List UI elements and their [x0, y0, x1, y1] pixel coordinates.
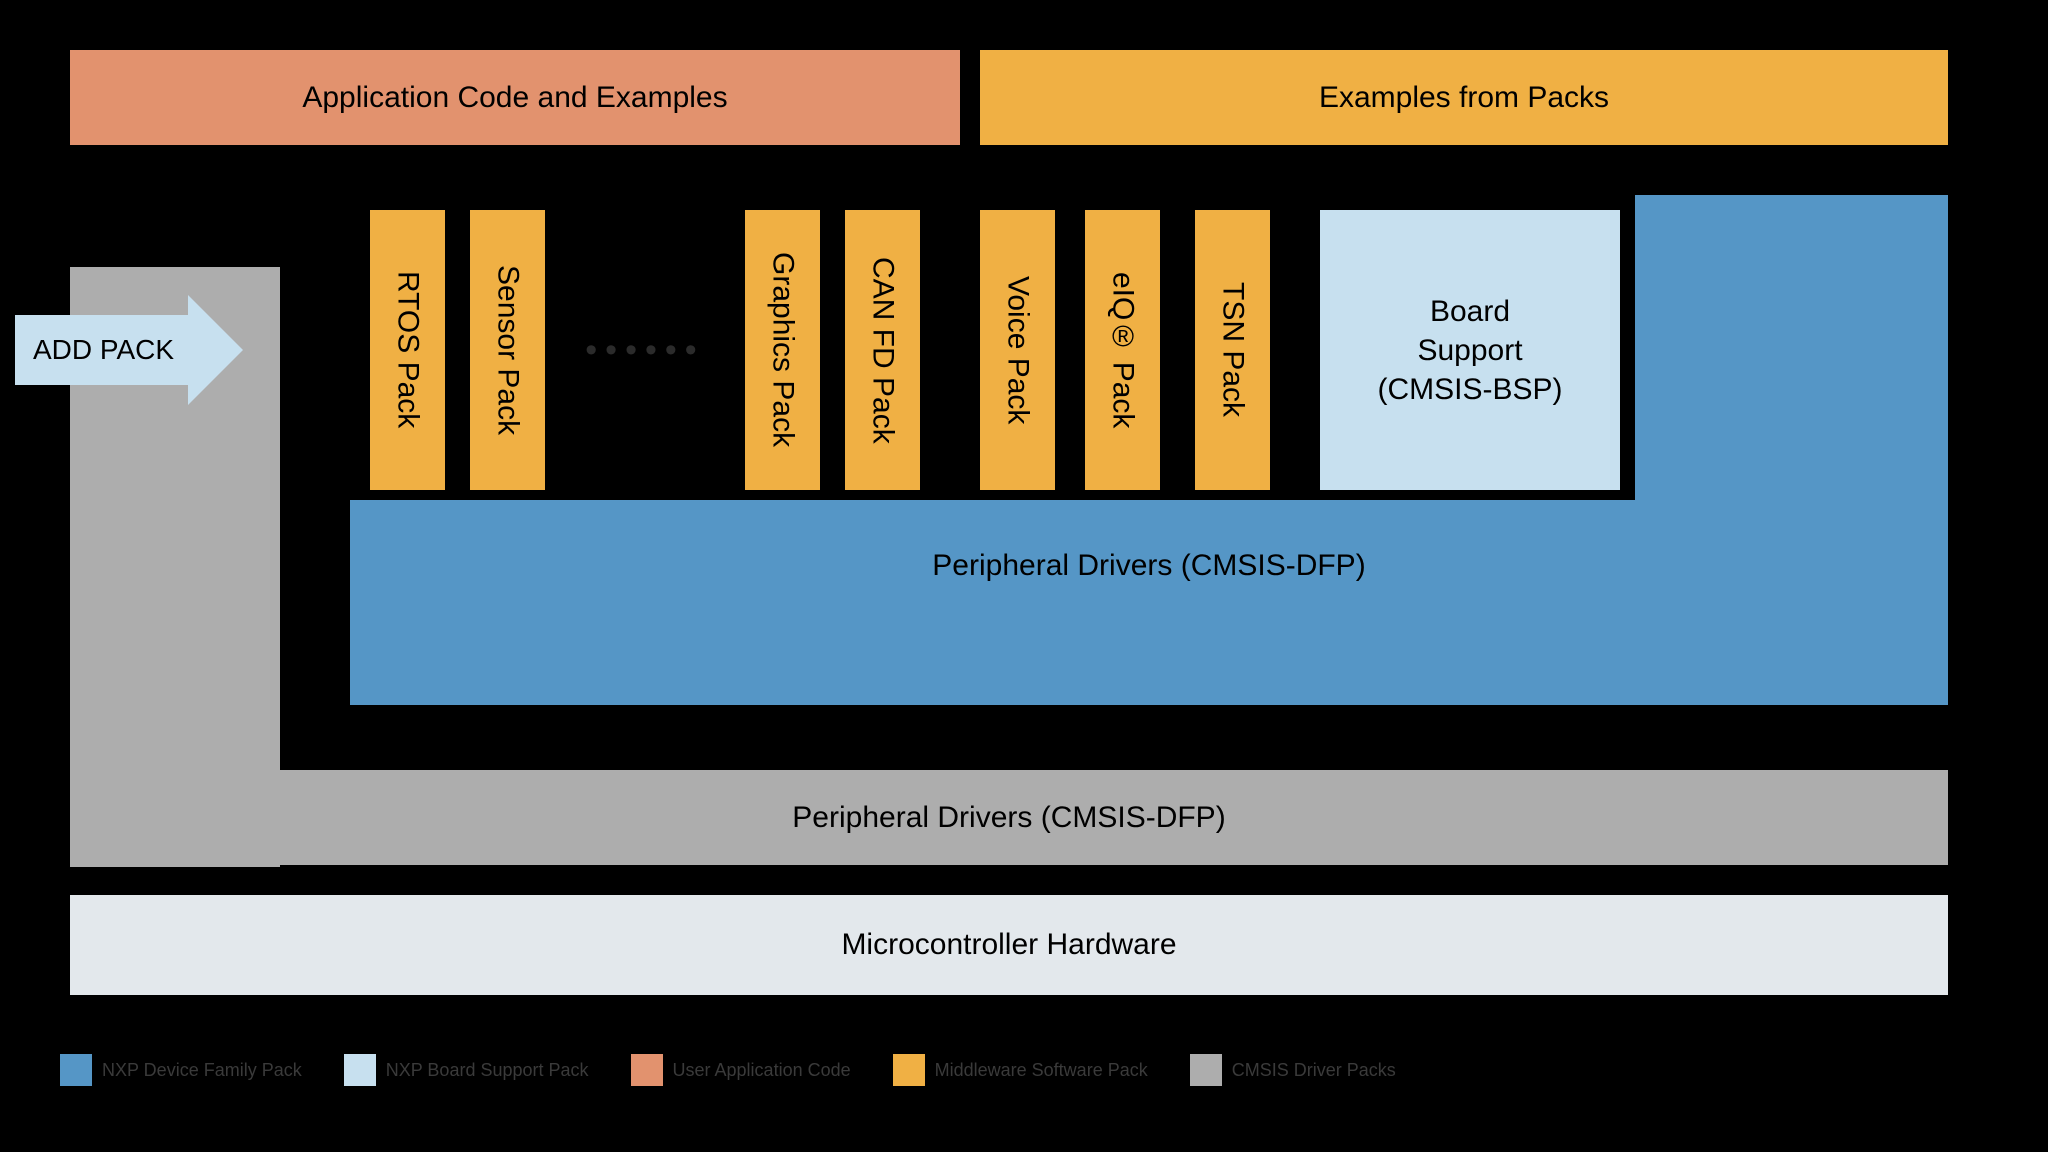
canfd-pack-label: CAN FD Pack [866, 257, 900, 444]
canfd-pack: CAN FD Pack [845, 210, 920, 490]
rtos-pack-label: RTOS Pack [391, 271, 425, 428]
swatch-lightblue [344, 1054, 376, 1086]
eiq-pack: eIQ® Pack [1085, 210, 1160, 490]
voice-pack: Voice Pack [980, 210, 1055, 490]
arrow-head-icon [188, 295, 243, 405]
bsp-line1: Board [1430, 292, 1510, 331]
swatch-salmon [631, 1054, 663, 1086]
graphics-pack: Graphics Pack [745, 210, 820, 490]
add-pack-arrow: ADD PACK [15, 295, 243, 405]
peripheral-drivers-blue-label: Peripheral Drivers (CMSIS-DFP) [932, 549, 1365, 583]
peripheral-drivers-grey-label: Peripheral Drivers (CMSIS-DFP) [792, 801, 1225, 835]
swatch-orange [893, 1054, 925, 1086]
legend-item-dfp: NXP Device Family Pack [60, 1054, 302, 1086]
board-support-box: Board Support (CMSIS-BSP) [1320, 210, 1620, 490]
microcontroller-hardware-label: Microcontroller Hardware [841, 928, 1176, 962]
app-code-label: Application Code and Examples [302, 81, 727, 115]
ellipsis: •••••• [570, 340, 720, 360]
peripheral-drivers-blue: Peripheral Drivers (CMSIS-DFP) [350, 518, 1948, 613]
sensor-pack: Sensor Pack [470, 210, 545, 490]
tsn-pack-label: TSN Pack [1216, 282, 1250, 417]
tsn-pack: TSN Pack [1195, 210, 1270, 490]
microcontroller-hardware: Microcontroller Hardware [70, 895, 1948, 995]
examples-from-packs-box: Examples from Packs [980, 50, 1948, 145]
legend-user-label: User Application Code [673, 1060, 851, 1081]
app-code-box: Application Code and Examples [70, 50, 960, 145]
swatch-blue [60, 1054, 92, 1086]
architecture-diagram: Application Code and Examples Examples f… [50, 50, 1998, 1102]
legend-mw-label: Middleware Software Pack [935, 1060, 1148, 1081]
bsp-line3: (CMSIS-BSP) [1377, 370, 1562, 409]
legend-item-user: User Application Code [631, 1054, 851, 1086]
swatch-grey [1190, 1054, 1222, 1086]
legend-cmsis-label: CMSIS Driver Packs [1232, 1060, 1396, 1081]
legend-item-cmsis: CMSIS Driver Packs [1190, 1054, 1396, 1086]
legend-item-mw: Middleware Software Pack [893, 1054, 1148, 1086]
voice-pack-label: Voice Pack [1001, 276, 1035, 424]
bsp-line2: Support [1417, 331, 1522, 370]
legend-item-bsp: NXP Board Support Pack [344, 1054, 589, 1086]
add-pack-label: ADD PACK [15, 315, 188, 385]
graphics-pack-label: Graphics Pack [766, 252, 800, 447]
eiq-pack-label: eIQ® Pack [1106, 272, 1140, 428]
peripheral-drivers-grey: Peripheral Drivers (CMSIS-DFP) [70, 770, 1948, 865]
examples-from-packs-label: Examples from Packs [1319, 81, 1609, 115]
legend-bsp-label: NXP Board Support Pack [386, 1060, 589, 1081]
legend: NXP Device Family Pack NXP Board Support… [50, 1050, 1426, 1090]
legend-dfp-label: NXP Device Family Pack [102, 1060, 302, 1081]
sensor-pack-label: Sensor Pack [491, 265, 525, 435]
rtos-pack: RTOS Pack [370, 210, 445, 490]
